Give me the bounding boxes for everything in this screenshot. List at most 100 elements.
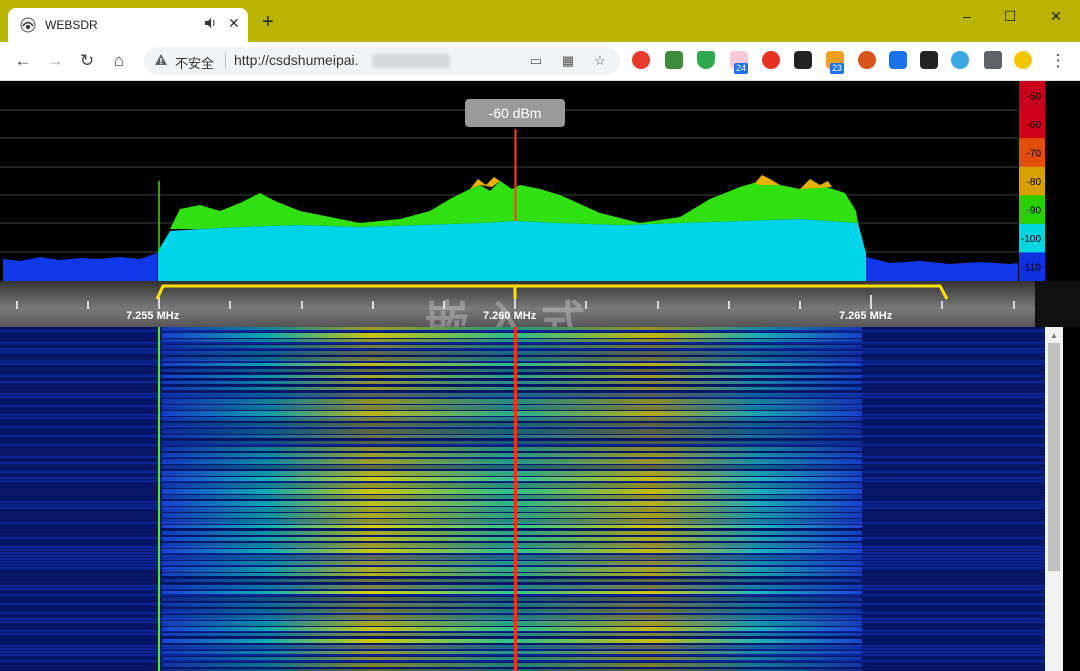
signal-row <box>162 471 862 476</box>
signal-row <box>162 393 862 397</box>
signal-row <box>162 555 862 560</box>
home-icon[interactable]: ⌂ <box>108 50 130 72</box>
waterfall-display[interactable] <box>0 327 1045 671</box>
signal-row <box>162 489 862 494</box>
menu-dots-icon[interactable]: ⋮ <box>1047 50 1069 72</box>
back-arrow-icon[interactable]: ← <box>12 50 34 72</box>
address-bar[interactable]: 不安全 http://csdshumeipai. ▭ ▦ ☆ <box>144 47 620 75</box>
signal-row <box>162 363 862 366</box>
new-tab-button[interactable]: + <box>262 12 274 32</box>
extension-h-icon[interactable] <box>920 51 938 69</box>
signal-row <box>162 327 862 330</box>
extension-badge: 23 <box>830 63 845 74</box>
extension-shield-icon[interactable] <box>697 51 715 69</box>
cast-icon[interactable]: ▭ <box>526 51 546 71</box>
noise-row <box>0 576 1045 578</box>
extensions-puzzle-icon[interactable] <box>984 51 1002 69</box>
signal-row <box>162 441 862 444</box>
noise-row <box>0 378 1045 380</box>
extension-cloud-icon[interactable] <box>951 51 969 69</box>
speaker-icon[interactable] <box>204 17 216 32</box>
signal-row <box>162 345 862 348</box>
profile-avatar[interactable] <box>1014 51 1032 69</box>
maximize-button[interactable]: ☐ <box>1000 8 1020 26</box>
signal-row <box>162 375 862 378</box>
signal-row <box>162 657 862 660</box>
db-scale-label: -70 <box>1027 148 1042 159</box>
close-window-button[interactable]: ✕ <box>1046 8 1066 26</box>
minimize-button[interactable]: – <box>957 8 977 26</box>
signal-row <box>162 537 862 541</box>
noise-row <box>0 390 1045 392</box>
extension-brave-icon[interactable] <box>858 51 876 69</box>
noise-row <box>0 366 1045 368</box>
scrollbar-thumb[interactable] <box>1048 343 1060 571</box>
signal-row <box>162 543 862 548</box>
noise-row <box>0 636 1045 638</box>
signal-row <box>162 381 862 384</box>
signal-row <box>162 627 862 631</box>
forward-arrow-icon[interactable]: → <box>44 50 66 72</box>
signal-row <box>162 399 862 404</box>
vertical-scrollbar[interactable]: ▲ <box>1045 327 1063 671</box>
signal-row <box>162 633 862 636</box>
warning-icon <box>155 54 167 65</box>
db-scale-label: -100 <box>1021 234 1041 245</box>
signal-row <box>162 573 862 576</box>
signal-row <box>162 447 862 451</box>
signal-row <box>162 513 862 518</box>
signal-row <box>162 567 862 572</box>
signal-row <box>162 477 862 481</box>
noise-row <box>0 348 1045 350</box>
noise-row <box>0 372 1045 374</box>
noise-row <box>0 342 1045 344</box>
signal-row <box>162 459 862 464</box>
signal-row <box>162 621 862 626</box>
db-scale-label: -50 <box>1027 91 1042 102</box>
signal-row <box>162 507 862 512</box>
extension-loop-icon[interactable] <box>762 51 780 69</box>
security-label[interactable]: 不安全 <box>175 53 214 72</box>
signal-row <box>162 603 862 607</box>
browser-title-bar: WEBSDR ✕ + – ☐ ✕ <box>0 0 1080 42</box>
signal-row <box>162 549 862 553</box>
signal-row <box>162 597 862 601</box>
reload-icon[interactable]: ↻ <box>76 50 98 72</box>
signal-row <box>162 405 862 410</box>
signal-row <box>162 351 862 355</box>
noise-row <box>0 660 1045 662</box>
noise-row <box>0 528 1045 530</box>
signal-row <box>162 495 862 499</box>
qr-code-icon[interactable]: ▦ <box>558 51 578 71</box>
signal-row <box>162 561 862 565</box>
extension-badge: 24 <box>734 63 749 74</box>
noise-row <box>0 384 1045 386</box>
signal-row <box>162 387 862 390</box>
scale-right-filler <box>1035 281 1080 327</box>
db-scale-label: -60 <box>1027 120 1042 131</box>
db-color-scale: -50 -60 -70 -80 -90 -100 -110 <box>1019 81 1045 281</box>
url-text[interactable]: http://csdshumeipai. <box>234 52 359 68</box>
noise-row <box>0 582 1045 584</box>
extension-green-square-icon[interactable] <box>665 51 683 69</box>
signal-row <box>162 453 862 457</box>
browser-toolbar: ← → ↻ ⌂ 不安全 http://csdshumeipai. ▭ ▦ ☆ 2… <box>0 42 1080 81</box>
extension-dark-icon[interactable] <box>794 51 812 69</box>
tab-title: WEBSDR <box>45 18 98 32</box>
extension-infinity-icon[interactable] <box>632 51 650 69</box>
address-divider <box>225 53 226 69</box>
scroll-up-icon[interactable]: ▲ <box>1050 331 1058 340</box>
browser-tab[interactable]: WEBSDR ✕ <box>8 8 248 42</box>
tab-close-icon[interactable]: ✕ <box>228 15 240 32</box>
signal-row <box>162 585 862 589</box>
signal-row <box>162 483 862 488</box>
signal-row <box>162 411 862 416</box>
extension-translate-icon[interactable] <box>889 51 907 69</box>
noise-row <box>0 654 1045 656</box>
noise-row <box>0 444 1045 446</box>
signal-row <box>162 501 862 506</box>
signal-row <box>162 417 862 421</box>
signal-row <box>162 591 862 594</box>
bookmark-star-icon[interactable]: ☆ <box>590 51 610 71</box>
signal-row <box>162 465 862 469</box>
